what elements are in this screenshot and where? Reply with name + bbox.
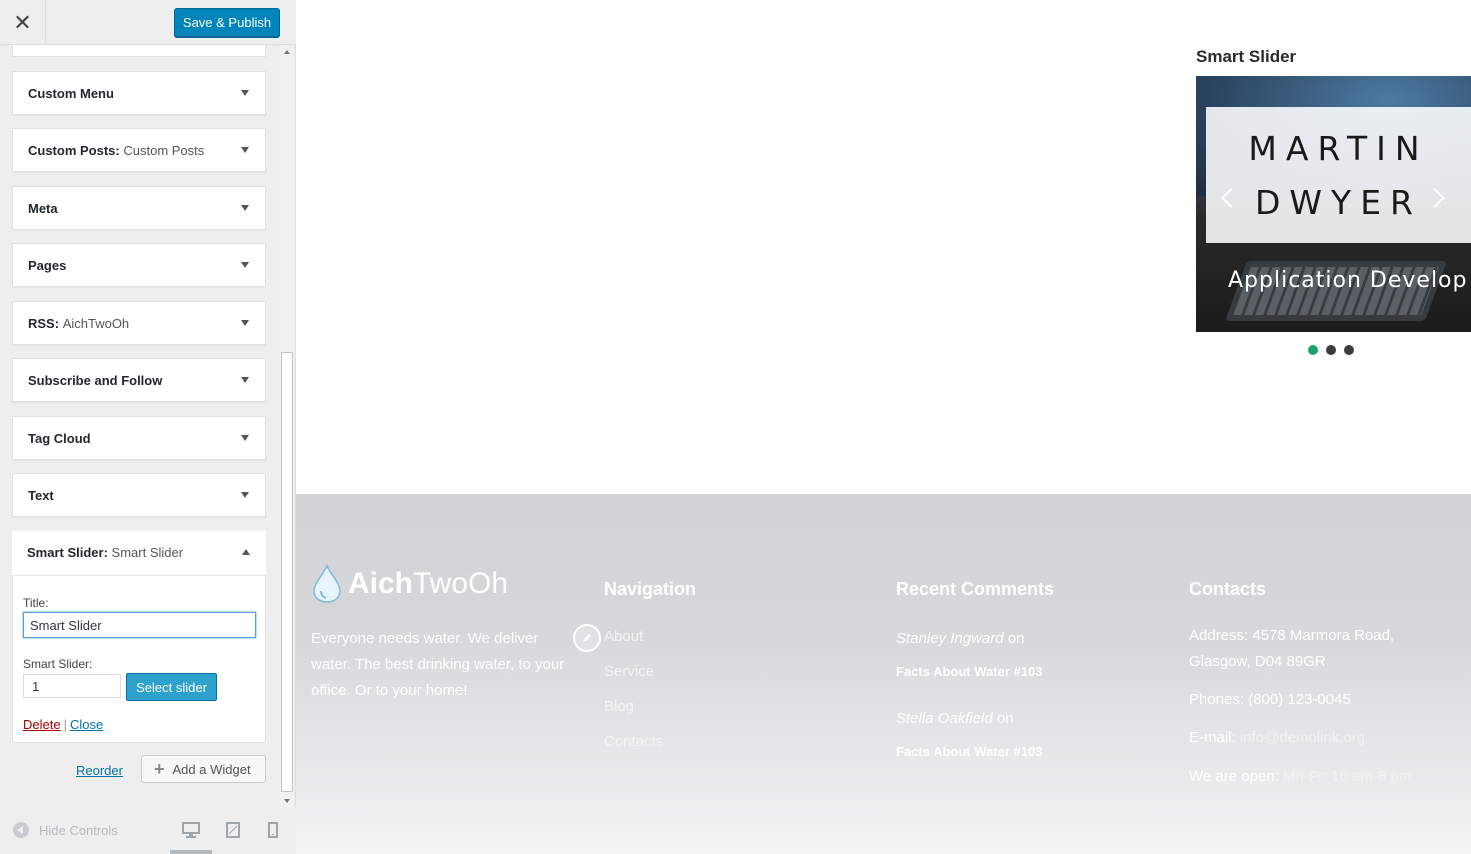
active-device-indicator xyxy=(170,850,212,854)
desktop-icon[interactable] xyxy=(182,822,200,838)
footer-nav-heading: Navigation xyxy=(604,579,697,599)
customizer-footer: Hide Controls xyxy=(0,808,296,854)
hide-controls-label: Hide Controls xyxy=(39,822,118,838)
tablet-icon[interactable] xyxy=(226,822,240,838)
chevron-up-icon[interactable] xyxy=(242,549,250,555)
widget-title: Pages xyxy=(28,258,67,273)
footer-nav-link-about[interactable]: About xyxy=(604,628,643,645)
chevron-down-icon[interactable] xyxy=(241,320,249,326)
email-link[interactable]: info@demolink.org xyxy=(1240,729,1365,746)
chevron-down-icon[interactable] xyxy=(241,492,249,498)
add-widget-button[interactable]: + Add a Widget xyxy=(141,755,266,783)
save-publish-button[interactable]: Save & Publish xyxy=(174,8,280,37)
widget-row-custom-posts[interactable]: Custom Posts: Custom Posts xyxy=(12,128,266,172)
logo-text: AichTwoOh xyxy=(348,567,509,600)
slider-dot[interactable] xyxy=(1344,345,1354,355)
slide-caption: Application Develop xyxy=(1228,268,1468,293)
contact-email: E-mail: info@demolink.org xyxy=(1189,729,1366,746)
widget-title: RSS: AichTwoOh xyxy=(28,316,130,331)
close-icon: ✕ xyxy=(13,9,32,35)
widget-heading: Smart Slider xyxy=(1196,47,1297,66)
collapse-icon xyxy=(13,822,29,838)
select-slider-button[interactable]: Select slider xyxy=(126,673,217,701)
widget-actions: Delete | Close xyxy=(23,717,103,732)
sidebar-scrollbar[interactable] xyxy=(280,45,294,808)
slider-id-input[interactable] xyxy=(23,674,121,698)
widget-panel-smart-slider: Smart Slider: Smart Slider Title: Smart … xyxy=(12,531,266,743)
chevron-down-icon[interactable] xyxy=(241,147,249,153)
footer-nav-link-blog[interactable]: Blog xyxy=(604,698,634,715)
add-widget-label: Add a Widget xyxy=(172,761,251,777)
contact-hours: We are open: Mn-Fr: 10 am-8 pm xyxy=(1189,768,1412,785)
scroll-down-icon[interactable] xyxy=(284,799,290,803)
comment-post-link[interactable]: Facts About Water #103 xyxy=(896,744,1042,759)
smart-slider-label: Smart Slider: xyxy=(23,657,93,671)
mobile-icon[interactable] xyxy=(268,822,278,838)
slider-dot[interactable] xyxy=(1326,345,1336,355)
site-logo[interactable]: AichTwoOh xyxy=(312,564,508,604)
chevron-down-icon[interactable] xyxy=(241,377,249,383)
widget-title: Meta xyxy=(28,201,58,216)
comment-author: Stanley Ingward on xyxy=(896,630,1025,647)
edit-shortcut-pencil-icon[interactable] xyxy=(573,624,601,652)
widget-row-partial[interactable] xyxy=(12,45,266,57)
widget-list: Custom Menu Custom Posts: Custom Posts M… xyxy=(0,45,296,808)
widget-row-subscribe[interactable]: Subscribe and Follow xyxy=(12,358,266,402)
slide-heading-line1: MARTIN xyxy=(1248,129,1429,168)
delete-link[interactable]: Delete xyxy=(23,717,61,732)
slider-dots xyxy=(1308,345,1354,355)
title-label: Title: xyxy=(23,596,49,610)
footer-comments-heading: Recent Comments xyxy=(896,579,1055,599)
site-footer: AichTwoOh Everyone needs water. We deliv… xyxy=(296,494,1471,854)
water-drop-icon xyxy=(313,564,341,603)
hide-controls-button[interactable]: Hide Controls xyxy=(13,822,118,838)
divider xyxy=(13,575,265,576)
widget-title: Subscribe and Follow xyxy=(28,373,163,388)
reorder-link[interactable]: Reorder xyxy=(76,763,123,778)
widget-title: Custom Posts: Custom Posts xyxy=(28,143,205,158)
customizer-sidebar: ✕ Save & Publish Custom Menu Custom Post… xyxy=(0,0,296,854)
widget-row-meta[interactable]: Meta xyxy=(12,186,266,230)
widget-row-rss[interactable]: RSS: AichTwoOh xyxy=(12,301,266,345)
chevron-down-icon[interactable] xyxy=(241,205,249,211)
widget-title: Smart Slider: Smart Slider xyxy=(27,545,184,560)
chevron-down-icon[interactable] xyxy=(241,262,249,268)
chevron-down-icon[interactable] xyxy=(241,435,249,441)
chevron-down-icon[interactable] xyxy=(241,90,249,96)
plus-icon: + xyxy=(154,759,165,779)
comment-author: Stella Oakfield on xyxy=(896,710,1014,727)
widget-title: Tag Cloud xyxy=(28,431,91,446)
widget-row-tag-cloud[interactable]: Tag Cloud xyxy=(12,416,266,460)
widget-row-text[interactable]: Text xyxy=(12,473,266,517)
footer-about: Everyone needs water. We deliver water. … xyxy=(311,630,565,699)
widget-row-smart-slider[interactable]: Smart Slider: Smart Slider xyxy=(12,531,266,575)
widget-title: Text xyxy=(28,488,54,503)
scroll-up-icon[interactable] xyxy=(284,50,290,54)
comment-post-link[interactable]: Facts About Water #103 xyxy=(896,664,1042,679)
separator: | xyxy=(63,717,67,732)
close-customizer-button[interactable]: ✕ xyxy=(0,0,46,45)
footer-nav-link-service[interactable]: Service xyxy=(604,663,654,680)
close-link[interactable]: Close xyxy=(70,717,103,732)
slide-name-box: MARTIN DWYER xyxy=(1206,107,1471,243)
contact-phones: Phones: (800) 123-0045 xyxy=(1189,691,1351,708)
title-input[interactable] xyxy=(23,612,256,638)
footer-nav-link-contacts[interactable]: Contacts xyxy=(604,733,663,750)
slider-dot[interactable] xyxy=(1308,345,1318,355)
customizer-header: ✕ Save & Publish xyxy=(0,0,296,45)
footer-contacts-heading: Contacts xyxy=(1189,579,1267,599)
widget-title: Custom Menu xyxy=(28,86,114,101)
widget-row-custom-menu[interactable]: Custom Menu xyxy=(12,71,266,115)
scroll-thumb[interactable] xyxy=(281,352,293,792)
smart-slider[interactable]: MARTIN DWYER Application Develop xyxy=(1196,76,1471,332)
site-preview: Smart Slider MARTIN DWYER Application De… xyxy=(296,0,1471,854)
contact-address: Address: 4578 Marmora Road, Glasgow, D04… xyxy=(1189,627,1395,670)
widget-row-pages[interactable]: Pages xyxy=(12,243,266,287)
